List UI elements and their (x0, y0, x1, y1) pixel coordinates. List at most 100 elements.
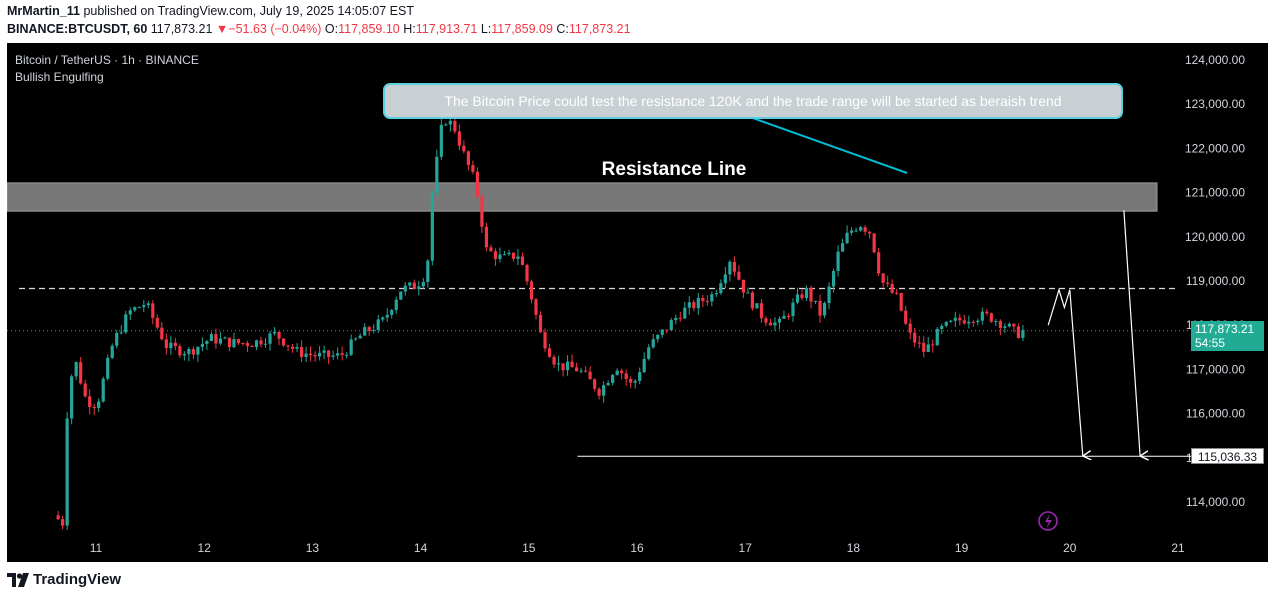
indicator-label[interactable]: Bullish Engulfing (15, 70, 104, 84)
price-chart[interactable]: 114,000.00115,000.00116,000.00117,000.00… (7, 43, 1268, 562)
chart-title: Bitcoin / TetherUS · 1h · BINANCE (15, 53, 199, 67)
candle-body (759, 303, 764, 319)
author[interactable]: MrMartin_11 (7, 4, 80, 18)
candle-body (840, 243, 845, 252)
candle-body (191, 348, 195, 355)
candle-body (543, 332, 547, 349)
candle-body (196, 346, 200, 355)
candle-body (854, 230, 858, 232)
annotation-callout[interactable]: The Bitcoin Price could test the resista… (383, 83, 1123, 119)
x-tick-label: 17 (739, 541, 753, 555)
candle-body (403, 285, 407, 292)
current-price-tag: 117,873.21 54:55 (1191, 320, 1264, 351)
chart-panel[interactable]: 114,000.00115,000.00116,000.00117,000.00… (7, 43, 1268, 562)
close-label: C: (556, 22, 569, 36)
candle-body (83, 383, 87, 397)
candle-body (701, 297, 705, 302)
lightning-icon[interactable] (1038, 511, 1058, 531)
candle-body (173, 342, 177, 347)
candle-body (804, 287, 809, 298)
candle-body (457, 131, 461, 146)
candle-body (669, 320, 673, 331)
publish-info: published on TradingView.com, July 19, 2… (83, 4, 414, 18)
y-tick-label: 124,000.00 (1185, 53, 1245, 67)
candle-body (115, 332, 119, 346)
candle-body (602, 385, 606, 396)
candle-body (232, 339, 236, 348)
candle-body (525, 264, 529, 282)
candle-body (277, 331, 281, 339)
forecast-path (1047, 287, 1083, 456)
candle-body (272, 331, 277, 334)
candle-body (746, 292, 750, 294)
candle-body (1003, 326, 1007, 328)
candle-body (227, 337, 232, 348)
candle-body (412, 282, 416, 290)
candle-body (994, 320, 998, 322)
x-tick-label: 18 (847, 541, 861, 555)
x-tick-label: 16 (630, 541, 644, 555)
candle-body (92, 406, 96, 409)
candle-body (79, 362, 83, 384)
y-tick-label: 116,000.00 (1186, 407, 1245, 421)
candle-body (133, 307, 137, 311)
candle-body (471, 165, 475, 172)
candle-body (209, 334, 214, 342)
candle-body (376, 319, 380, 330)
candle-body (800, 294, 804, 298)
resistance-zone[interactable] (7, 182, 1158, 212)
y-tick-label: 117,000.00 (1186, 362, 1245, 376)
candle-body (345, 354, 349, 356)
candle-body (340, 353, 344, 355)
candle-body (813, 300, 818, 302)
candle-body (845, 232, 849, 244)
candle-body (949, 320, 953, 322)
candle-body (926, 344, 930, 352)
x-tick-label: 12 (198, 541, 212, 555)
candle-body (331, 355, 335, 357)
tradingview-logo[interactable]: TradingView (7, 571, 121, 588)
y-tick-label: 122,000.00 (1185, 141, 1245, 155)
candle-body (520, 256, 525, 265)
price-change: −51.63 (−0.04%) (228, 22, 322, 36)
candle-body (737, 271, 741, 280)
candle-body (683, 307, 687, 319)
candle-body (268, 333, 272, 344)
candle-body (886, 282, 890, 284)
candle-body (935, 328, 939, 346)
candle-body (998, 320, 1002, 328)
candle-body (286, 345, 290, 347)
close-value: 117,873.21 (568, 22, 631, 36)
candle-body (430, 192, 434, 261)
candle-body (786, 315, 791, 317)
candle-body (372, 329, 376, 331)
countdown: 54:55 (1195, 335, 1226, 350)
x-tick-label: 21 (1171, 541, 1185, 555)
candle-body (584, 370, 588, 372)
candle-body (128, 310, 132, 315)
candle-body (931, 344, 935, 346)
candle-body (74, 362, 78, 377)
candle-body (223, 337, 227, 339)
candle-body (182, 354, 186, 356)
callout-pointer (746, 115, 908, 174)
candle-body (480, 196, 484, 227)
candle-body (633, 380, 637, 383)
candle-body (642, 358, 646, 373)
candle-body (507, 252, 511, 255)
candle-body (750, 292, 755, 309)
candle-body (552, 356, 556, 365)
forecast-paths[interactable] (1047, 210, 1140, 456)
annotation-text: The Bitcoin Price could test the resista… (444, 93, 1062, 109)
candle-body (827, 286, 831, 304)
candle-body (1021, 329, 1025, 338)
candle-body (890, 283, 894, 293)
candle-body (236, 339, 241, 343)
candle-body (556, 363, 561, 365)
candle-body (593, 379, 597, 389)
candle-body (678, 317, 682, 319)
candle-body (354, 338, 358, 340)
candle-body (327, 350, 331, 357)
y-tick-label: 114,000.00 (1186, 495, 1245, 509)
candle-body (421, 281, 425, 287)
